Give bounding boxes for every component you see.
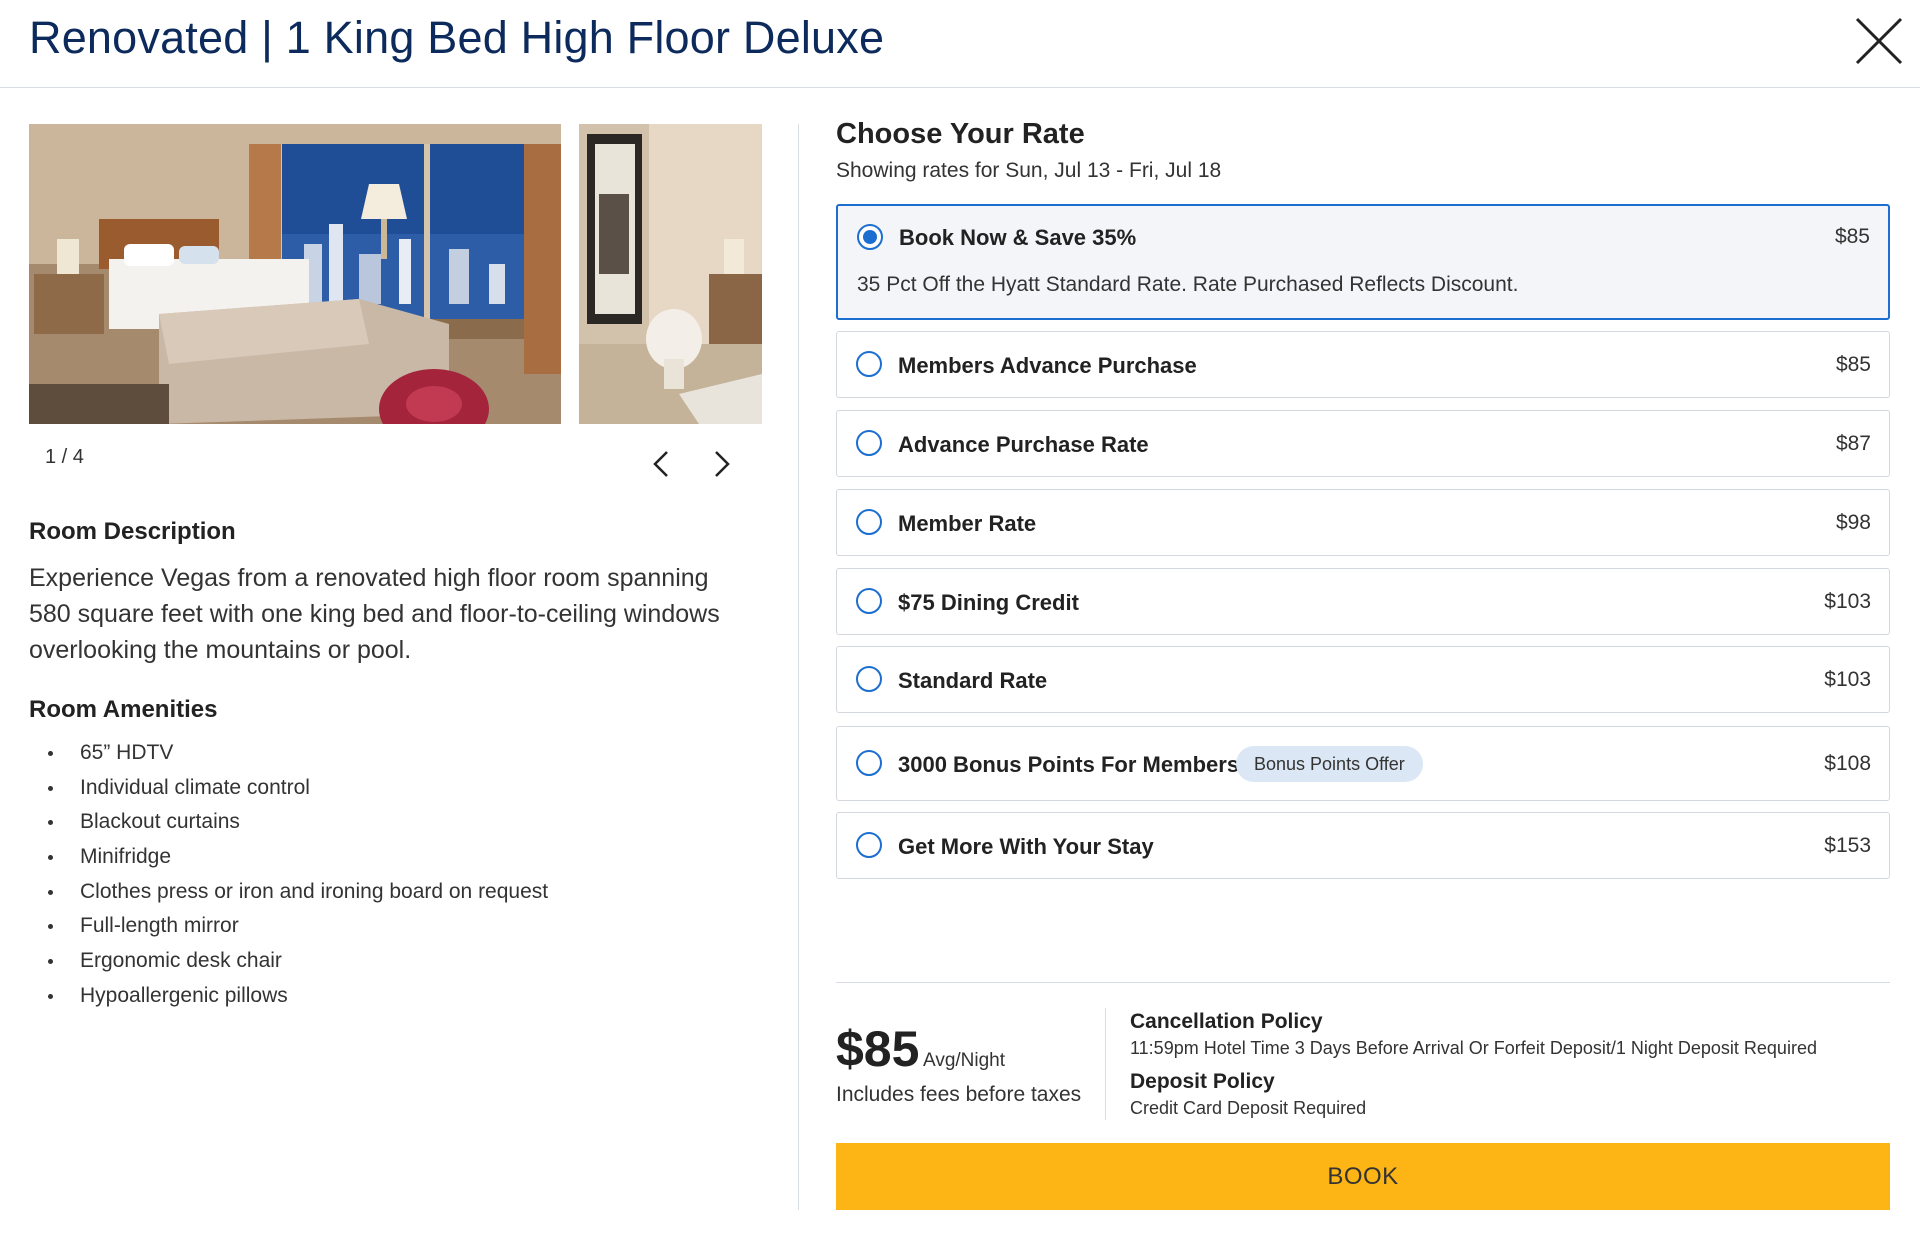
rates-title: Choose Your Rate <box>836 118 1085 150</box>
rate-price: $87 <box>1835 432 1871 455</box>
rate-name: Standard Rate <box>898 668 1048 693</box>
amenity-item: Minifridge <box>44 840 548 875</box>
rate-name: Get More With Your Stay <box>898 834 1154 859</box>
amenity-item: Blackout curtains <box>44 805 548 840</box>
room-photo-main[interactable] <box>29 124 561 424</box>
deposit-policy-text: Credit Card Deposit Required <box>1130 1098 1367 1118</box>
rate-detail: 35 Pct Off the Hyatt Standard Rate. Rate… <box>857 273 1519 296</box>
rate-price: $98 <box>1835 511 1871 534</box>
radio-button[interactable] <box>856 666 882 692</box>
column-divider <box>798 124 799 1210</box>
total-unit: Avg/Night <box>923 1050 1006 1071</box>
amenities-list: 65” HDTV Individual climate control Blac… <box>44 736 548 1014</box>
room-photo-next[interactable] <box>579 124 762 424</box>
chevron-right-icon[interactable] <box>703 446 739 482</box>
radio-button[interactable] <box>856 430 882 456</box>
rate-option[interactable]: Standard Rate $103 <box>836 646 1890 713</box>
price-summary: $85 Avg/Night <box>836 1020 1005 1078</box>
rate-name: Book Now & Save 35% <box>899 225 1137 250</box>
amenity-item: Individual climate control <box>44 771 548 806</box>
rate-name: 3000 Bonus Points For Members <box>898 752 1240 777</box>
rate-price: $153 <box>1824 834 1871 857</box>
room-title: Renovated | 1 King Bed High Floor Deluxe <box>29 12 885 63</box>
rate-option[interactable]: Book Now & Save 35% $85 35 Pct Off the H… <box>836 204 1890 320</box>
cancellation-policy-title: Cancellation Policy <box>1130 1010 1323 1033</box>
price-note: Includes fees before taxes <box>836 1083 1082 1106</box>
radio-button[interactable] <box>856 750 882 776</box>
rate-option[interactable]: $75 Dining Credit $103 <box>836 568 1890 635</box>
radio-button[interactable] <box>856 509 882 535</box>
room-amenities-title: Room Amenities <box>29 696 218 723</box>
deposit-policy-title: Deposit Policy <box>1130 1070 1275 1093</box>
rate-name: Members Advance Purchase <box>898 353 1197 378</box>
summary-divider <box>836 982 1890 983</box>
rate-price: $108 <box>1824 752 1871 775</box>
amenity-item: Hypoallergenic pillows <box>44 979 548 1014</box>
amenity-item: Ergonomic desk chair <box>44 944 548 979</box>
radio-selected[interactable] <box>857 224 883 250</box>
rate-option[interactable]: Get More With Your Stay $153 <box>836 812 1890 879</box>
rate-price: $85 <box>1835 353 1871 376</box>
rate-price: $103 <box>1824 668 1871 691</box>
cancellation-policy-text: 11:59pm Hotel Time 3 Days Before Arrival… <box>1130 1038 1817 1058</box>
rate-option[interactable]: Member Rate $98 <box>836 489 1890 556</box>
rate-name: Advance Purchase Rate <box>898 432 1149 457</box>
close-icon[interactable] <box>1852 14 1906 68</box>
rate-option[interactable]: 3000 Bonus Points For Members Bonus Poin… <box>836 726 1890 801</box>
rate-option[interactable]: Advance Purchase Rate $87 <box>836 410 1890 477</box>
photo-gallery <box>29 124 762 424</box>
gallery-counter: 1 / 4 <box>45 446 84 468</box>
rates-subtitle: Showing rates for Sun, Jul 13 - Fri, Jul… <box>836 159 1222 182</box>
radio-button[interactable] <box>856 832 882 858</box>
amenity-item: Clothes press or iron and ironing board … <box>44 875 548 910</box>
rate-price: $85 <box>1834 225 1870 248</box>
room-details <box>29 124 762 424</box>
rate-option[interactable]: Members Advance Purchase $85 <box>836 331 1890 398</box>
radio-button[interactable] <box>856 351 882 377</box>
rate-name: Member Rate <box>898 511 1037 536</box>
room-description-title: Room Description <box>29 518 236 545</box>
modal-header: Renovated | 1 King Bed High Floor Deluxe <box>0 0 1920 88</box>
total-amount: $85 <box>836 1021 920 1077</box>
summary-column-divider <box>1105 1008 1106 1120</box>
amenity-item: 65” HDTV <box>44 736 548 771</box>
rate-name: $75 Dining Credit <box>898 590 1079 615</box>
chevron-left-icon[interactable] <box>644 446 680 482</box>
bonus-points-badge: Bonus Points Offer <box>1236 746 1423 782</box>
radio-button[interactable] <box>856 588 882 614</box>
room-description: Experience Vegas from a renovated high f… <box>29 564 720 664</box>
book-button[interactable]: BOOK <box>836 1143 1890 1210</box>
amenity-item: Full-length mirror <box>44 909 548 944</box>
rate-price: $103 <box>1824 590 1871 613</box>
